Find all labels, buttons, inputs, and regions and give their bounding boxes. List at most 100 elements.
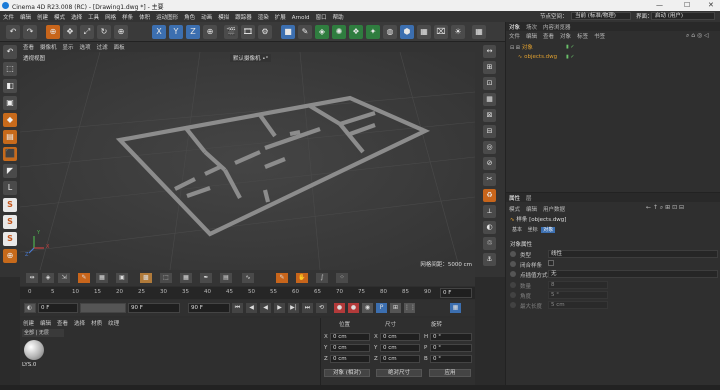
start-frame-field[interactable]: 0 F (38, 303, 78, 313)
anchor-icon[interactable]: ⚓ (483, 253, 496, 266)
cube-button[interactable]: ■ (281, 25, 295, 39)
workplane-mode-icon[interactable]: ⊕ (3, 249, 17, 263)
attr-menu-userdata[interactable]: 用户数据 (540, 204, 568, 214)
render-picture-viewer-button[interactable]: 🎞 (241, 25, 255, 39)
obj-menu-view[interactable]: 查看 (540, 31, 557, 41)
material-menu-edit[interactable]: 编辑 (37, 318, 54, 328)
play-backward-button[interactable]: ◀ (260, 303, 271, 313)
points-mode-icon[interactable]: ◆ (3, 113, 17, 127)
curve-icon[interactable]: ∫ (316, 273, 328, 283)
param-key-button[interactable]: ⋮⋮ (404, 303, 416, 313)
viewport-menu-options[interactable]: 选项 (77, 42, 94, 52)
coordinate-mode-dropdown[interactable]: 对象 (相对) (324, 369, 370, 377)
autokey-button[interactable]: ● (348, 303, 359, 313)
rot-b-field[interactable]: 0 ° (430, 355, 472, 363)
type-dropdown[interactable]: 线性 (548, 250, 718, 258)
layout-icon[interactable]: ⊞ (483, 61, 496, 74)
subtab-coord[interactable]: 坐标 (526, 227, 540, 233)
maximize-button[interactable]: ☐ (684, 1, 690, 9)
subtab-object[interactable]: 对象 (541, 227, 556, 233)
redo-button[interactable]: ↷ (23, 25, 37, 39)
play-button[interactable]: ▶ (274, 303, 285, 313)
scale-key-icon[interactable]: ⇲ (58, 273, 70, 283)
animate-toggle[interactable] (510, 251, 516, 257)
snap-settings-icon[interactable]: S (3, 215, 17, 229)
material-filter-tabs[interactable]: 全部 | 无层 (22, 329, 64, 337)
loop-button[interactable]: ⟲ (316, 303, 327, 313)
optimize-icon[interactable]: ♲ (483, 237, 496, 250)
texture-mode-icon[interactable]: ◧ (3, 79, 17, 93)
max-frame-field[interactable]: 90 F (188, 303, 230, 313)
material-menu-material[interactable]: 材质 (88, 318, 105, 328)
chart-key-icon[interactable]: ▤ (220, 273, 232, 283)
viewport-menu-filter[interactable]: 过滤 (94, 42, 111, 52)
record-icon[interactable]: ◈ (42, 273, 54, 283)
shade-icon[interactable]: ◐ (483, 221, 496, 234)
keyframe-tool-icon[interactable]: ⇹ (26, 273, 38, 283)
align-icon[interactable]: ⟂ (483, 205, 496, 218)
material-name[interactable]: LYS.0 (22, 362, 36, 368)
spline-key-icon[interactable]: ∿ (242, 273, 254, 283)
pen-button[interactable]: ✎ (298, 25, 312, 39)
frame-icon[interactable]: ⊡ (483, 77, 496, 90)
end-frame-field[interactable]: 90 F (128, 303, 180, 313)
render-settings-button[interactable]: ⚙ (258, 25, 272, 39)
nav-arrows-icon[interactable]: ← ↑ ⌕ ⊞ ⊡ ⊟ (646, 204, 684, 212)
material-menu-view[interactable]: 查看 (54, 318, 71, 328)
pen-key-icon[interactable]: ✒ (200, 273, 212, 283)
coordinate-system-button[interactable]: ⊕ (203, 25, 217, 39)
target-icon[interactable]: ◎ (483, 141, 496, 154)
search-icon[interactable]: ⌕ ⌂ ◎ ◁ (686, 32, 709, 40)
x-axis-button[interactable]: X (152, 25, 166, 39)
grid-key-icon[interactable]: ▦ (180, 273, 192, 283)
attr-menu-edit[interactable]: 编辑 (523, 204, 540, 214)
minimize-button[interactable]: — (656, 1, 663, 9)
workplane-icon[interactable]: ▣ (3, 96, 17, 110)
field-button[interactable]: ◍ (383, 25, 397, 39)
scale-button[interactable]: ⤢ (80, 25, 94, 39)
viewport-menu-view[interactable]: 查看 (20, 42, 37, 52)
frame-ruler[interactable]: 0 5 10 15 20 25 30 35 40 45 50 55 60 65 … (20, 287, 475, 299)
light-button[interactable]: ☀ (451, 25, 465, 39)
next-frame-button[interactable]: ▶| (288, 303, 299, 313)
obj-menu-tags[interactable]: 标签 (574, 31, 591, 41)
size-x-field[interactable]: 0 cm (380, 333, 420, 341)
make-editable-icon[interactable]: ↶ (3, 45, 17, 59)
frame-key-icon[interactable]: ⬚ (160, 273, 172, 283)
cut-icon[interactable]: ✂ (483, 173, 496, 186)
perspective-viewport[interactable]: 透视视图 默认摄像机 •° Y X Z 网格间距：5000 cm (20, 52, 475, 270)
interpolation-dropdown[interactable]: 无 (548, 270, 718, 278)
polygons-mode-icon[interactable]: ⬛ (3, 147, 17, 161)
rotate-button[interactable]: ↻ (97, 25, 111, 39)
visibility-icon[interactable]: ▮ ✓ (566, 54, 575, 60)
size-mode-dropdown[interactable]: 绝对尺寸 (376, 369, 422, 377)
move-button[interactable]: ✥ (63, 25, 77, 39)
extra-button[interactable]: ▦ (472, 25, 486, 39)
mirror-icon[interactable]: ⊘ (483, 157, 496, 170)
frame-rate-icon[interactable]: ◐ (24, 303, 36, 313)
scale-key-button[interactable]: ⊞ (390, 303, 401, 313)
box-icon[interactable]: ▩ (140, 273, 152, 283)
go-to-start-button[interactable]: ⏮ (232, 303, 243, 313)
live-select-button[interactable]: ⊕ (46, 25, 60, 39)
frame-range-slider[interactable] (80, 303, 126, 313)
animate-toggle[interactable] (510, 271, 516, 277)
viewport-menu-display[interactable]: 显示 (60, 42, 77, 52)
obj-menu-edit[interactable]: 编辑 (523, 31, 540, 41)
pattern-icon[interactable]: ⁘ (336, 273, 348, 283)
timeline-window-button[interactable]: ▦ (450, 303, 461, 313)
scene-button[interactable]: ⬢ (400, 25, 414, 39)
grid-icon[interactable]: ▦ (483, 93, 496, 106)
visibility-icon[interactable]: ▮ ✓ (566, 44, 575, 50)
z-axis-button[interactable]: Z (186, 25, 200, 39)
camera-button[interactable]: ⌧ (434, 25, 448, 39)
undo-button[interactable]: ↶ (6, 25, 20, 39)
go-to-end-button[interactable]: ⏭ (302, 303, 313, 313)
model-mode-icon[interactable]: ⬚ (3, 62, 17, 76)
pos-z-field[interactable]: 0 cm (330, 355, 370, 363)
rot-p-field[interactable]: 0 ° (430, 344, 472, 352)
subdivision-button[interactable]: ◈ (315, 25, 329, 39)
stamp-icon[interactable]: ▦ (96, 273, 108, 283)
solo-icon[interactable]: S (3, 232, 17, 246)
rot-h-field[interactable]: 0 ° (430, 333, 472, 341)
